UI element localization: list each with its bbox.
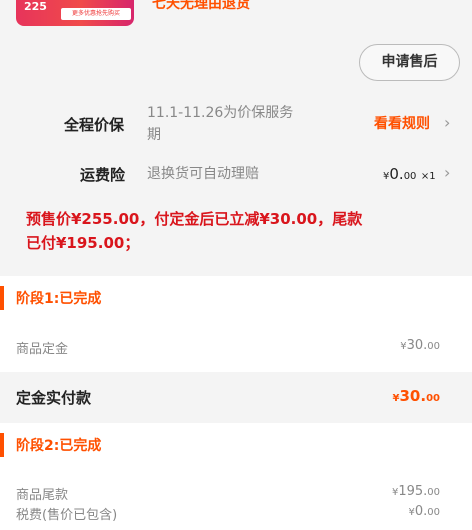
view-rules-link[interactable]: 看看规则 bbox=[374, 113, 430, 133]
thumbnail-number: 225 bbox=[24, 0, 47, 13]
thumbnail-tag: 更多优惠抢先购买 bbox=[61, 8, 131, 20]
tax-item-value: ¥0.00 bbox=[408, 504, 440, 519]
shipping-insurance-desc: 退换货可自动理赔 bbox=[147, 166, 259, 182]
shipping-insurance-label: 运费险 bbox=[80, 166, 126, 184]
stage-accent-bar bbox=[0, 286, 4, 310]
deposit-paid-label: 定金实付款 bbox=[16, 389, 92, 407]
balance-item-value: ¥195.00 bbox=[391, 484, 440, 499]
chevron-right-icon: › bbox=[444, 113, 451, 132]
stage1-section: 阶段1:已完成 商品定金 ¥30.00 bbox=[0, 276, 472, 372]
deposit-paid-row: 定金实付款 ¥30.00 bbox=[0, 373, 472, 421]
stage2-header: 阶段2:已完成 bbox=[0, 423, 472, 467]
stage1-header: 阶段1:已完成 bbox=[0, 276, 472, 320]
chevron-right-icon[interactable]: › bbox=[444, 163, 450, 182]
deposit-item-label: 商品定金 bbox=[16, 342, 69, 357]
tax-item-label: 税费(售价已包含) bbox=[16, 508, 118, 523]
stage2-title: 阶段2:已完成 bbox=[16, 438, 102, 454]
order-info-card: 225 更多优惠抢先购买 七天无理由退货 申请售后 全程价保 11.1-11.2… bbox=[0, 0, 472, 270]
deposit-paid-value: ¥30.00 bbox=[392, 387, 440, 405]
apply-after-sale-button[interactable]: 申请售后 bbox=[359, 44, 460, 81]
shipping-insurance-price: ¥0.00 ×1 bbox=[383, 165, 436, 183]
return-policy-text: 七天无理由退货 bbox=[152, 0, 250, 12]
deposit-item-value: ¥30.00 bbox=[400, 338, 440, 353]
presale-note: 预售价¥255.00，付定金后已立减¥30.00，尾款 已付¥195.00； bbox=[26, 210, 363, 252]
balance-item-label: 商品尾款 bbox=[16, 488, 69, 503]
stage2-section: 阶段2:已完成 商品尾款 ¥195.00 税费(售价已包含) ¥0.00 bbox=[0, 423, 472, 530]
price-protection-desc: 11.1-11.26为价保服务 期 bbox=[147, 105, 294, 143]
stage-accent-bar bbox=[0, 433, 4, 457]
stage1-title: 阶段1:已完成 bbox=[16, 291, 102, 307]
product-thumbnail[interactable]: 225 更多优惠抢先购买 bbox=[16, 0, 134, 26]
price-protection-label: 全程价保 bbox=[64, 116, 125, 134]
